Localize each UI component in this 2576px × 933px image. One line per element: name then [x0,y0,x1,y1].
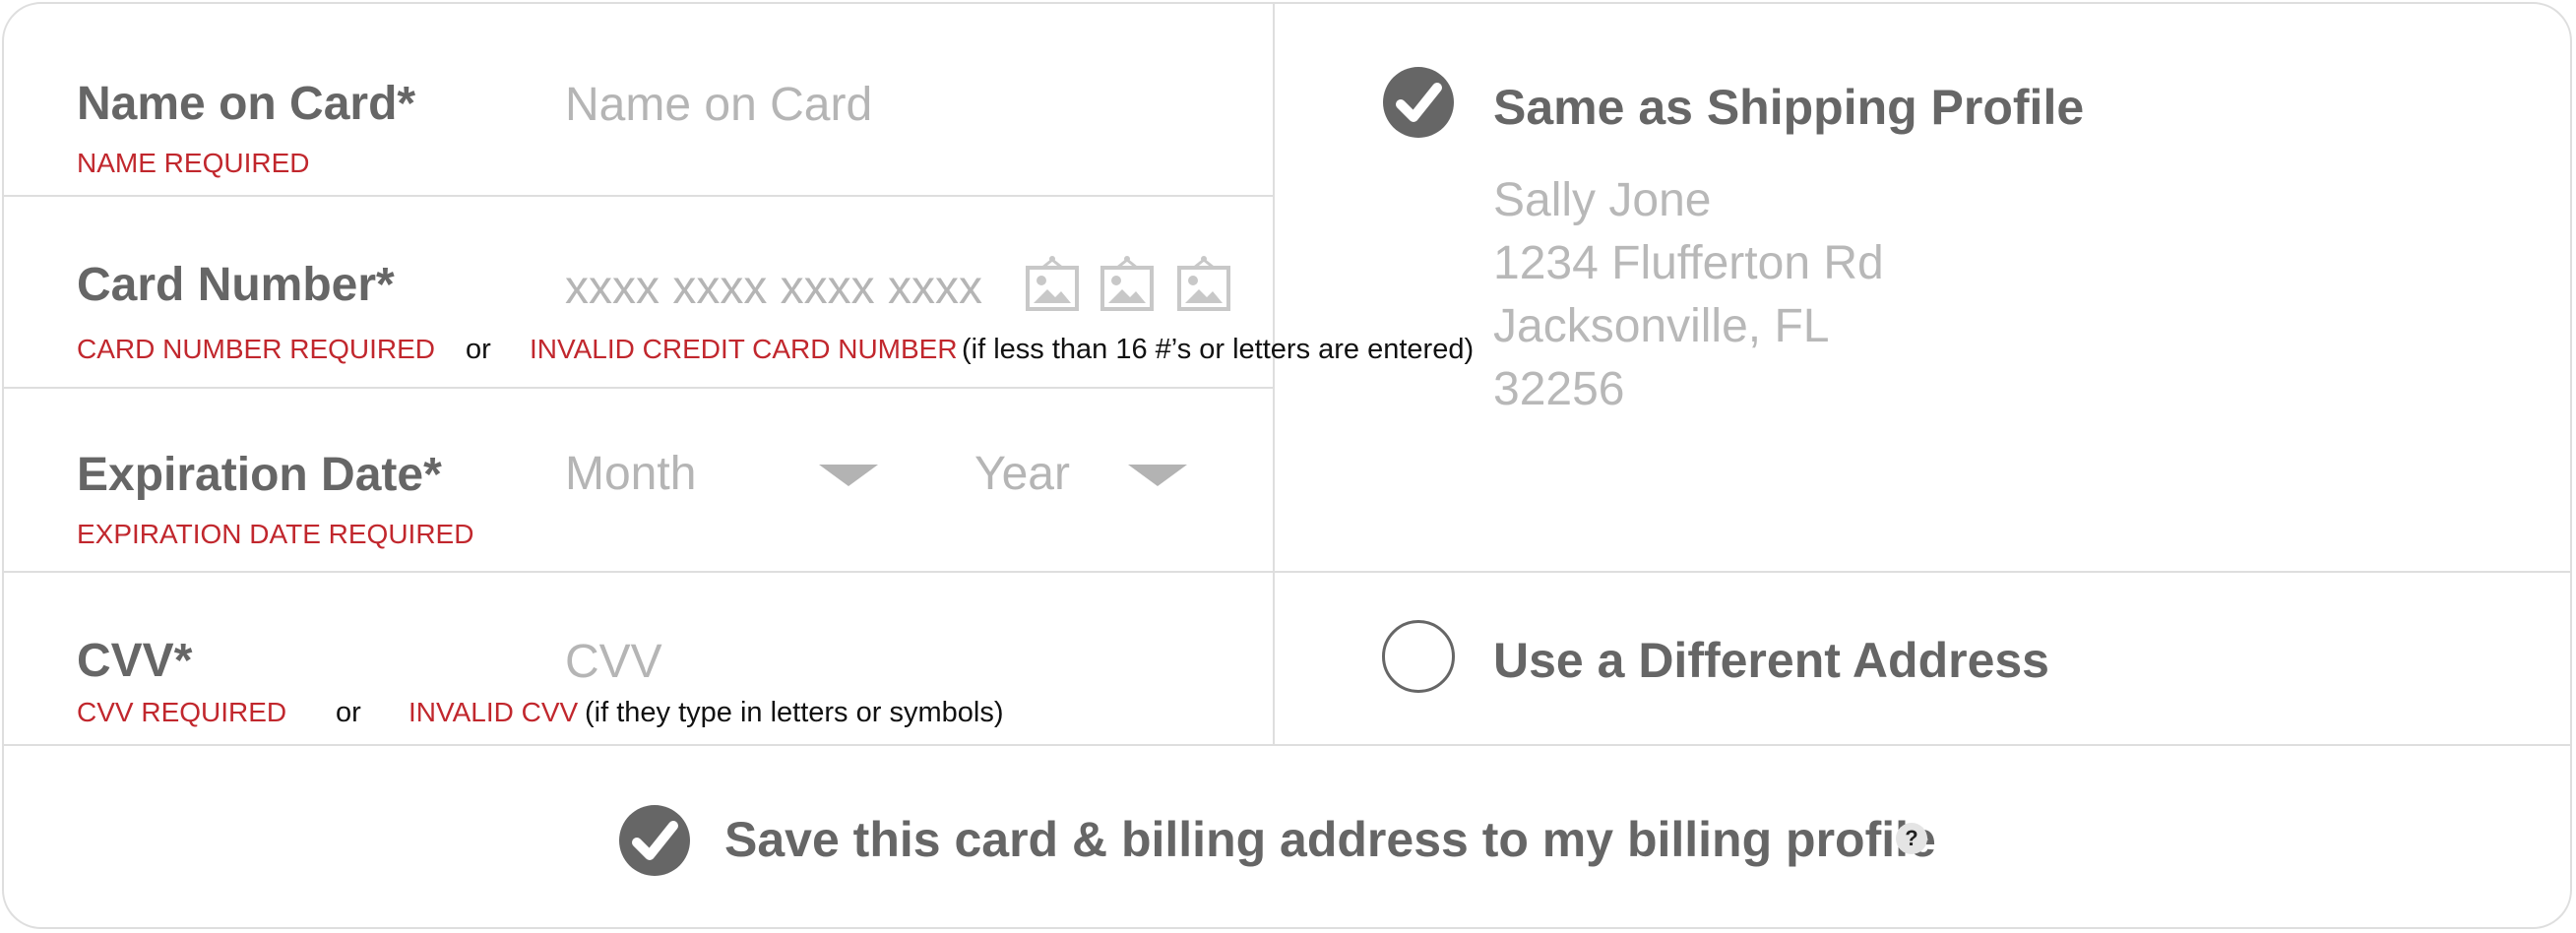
help-icon[interactable]: ? [1896,823,1927,854]
name-required-error: NAME REQUIRED [77,148,310,178]
save-billing-profile-label[interactable]: Save this card & billing address to my b… [724,815,1936,864]
card-number-required-error: CARD NUMBER REQUIRED [77,334,436,364]
name-on-card-input[interactable] [565,77,1234,132]
same-as-shipping-checkbox[interactable] [1383,67,1454,138]
invalid-card-number-note: (if less than 16 #’s or letters are ente… [962,334,1475,365]
month-select[interactable]: Month [563,439,888,508]
checkmark-icon [632,821,678,860]
card-number-label: Card Number* [77,259,395,311]
card-number-or-text: or [466,334,491,365]
card-number-input[interactable] [565,260,998,315]
row-divider [4,744,2572,746]
invalid-cvv-error: INVALID CVV [408,697,579,727]
save-billing-profile-checkbox[interactable] [619,805,690,876]
year-select[interactable]: Year [973,439,1209,508]
column-divider [1273,2,1275,745]
row-divider [4,195,1275,197]
checkmark-icon [1396,83,1442,122]
year-select-value: Year [974,448,1070,500]
name-on-card-label: Name on Card* [77,78,416,130]
card-type-image-icon [1100,256,1154,311]
invalid-card-number-error: INVALID CREDIT CARD NUMBER [530,334,958,364]
row-divider [4,387,1275,389]
same-as-shipping-label[interactable]: Same as Shipping Profile [1493,83,2084,132]
shipping-address-street: 1234 Flufferton Rd [1493,237,1884,289]
row-divider [4,571,2572,573]
shipping-address-zip: 32256 [1493,363,1625,415]
chevron-down-icon [1128,465,1187,486]
card-type-image-icon [1177,256,1230,311]
cvv-required-error: CVV REQUIRED [77,697,287,727]
cvv-or-text: or [336,697,361,728]
shipping-address-city-state: Jacksonville, FL [1493,300,1830,352]
expiration-date-required-error: EXPIRATION DATE REQUIRED [77,519,474,549]
month-select-value: Month [565,448,697,500]
chevron-down-icon [819,465,878,486]
cvv-input[interactable] [565,634,860,689]
invalid-cvv-note: (if they type in letters or symbols) [585,697,1004,728]
shipping-address-name: Sally Jone [1493,174,1712,226]
expiration-date-label: Expiration Date* [77,449,442,501]
different-address-label[interactable]: Use a Different Address [1493,636,2049,685]
different-address-radio[interactable] [1382,620,1455,693]
card-type-image-icon [1026,256,1079,311]
cvv-label: CVV* [77,635,193,687]
